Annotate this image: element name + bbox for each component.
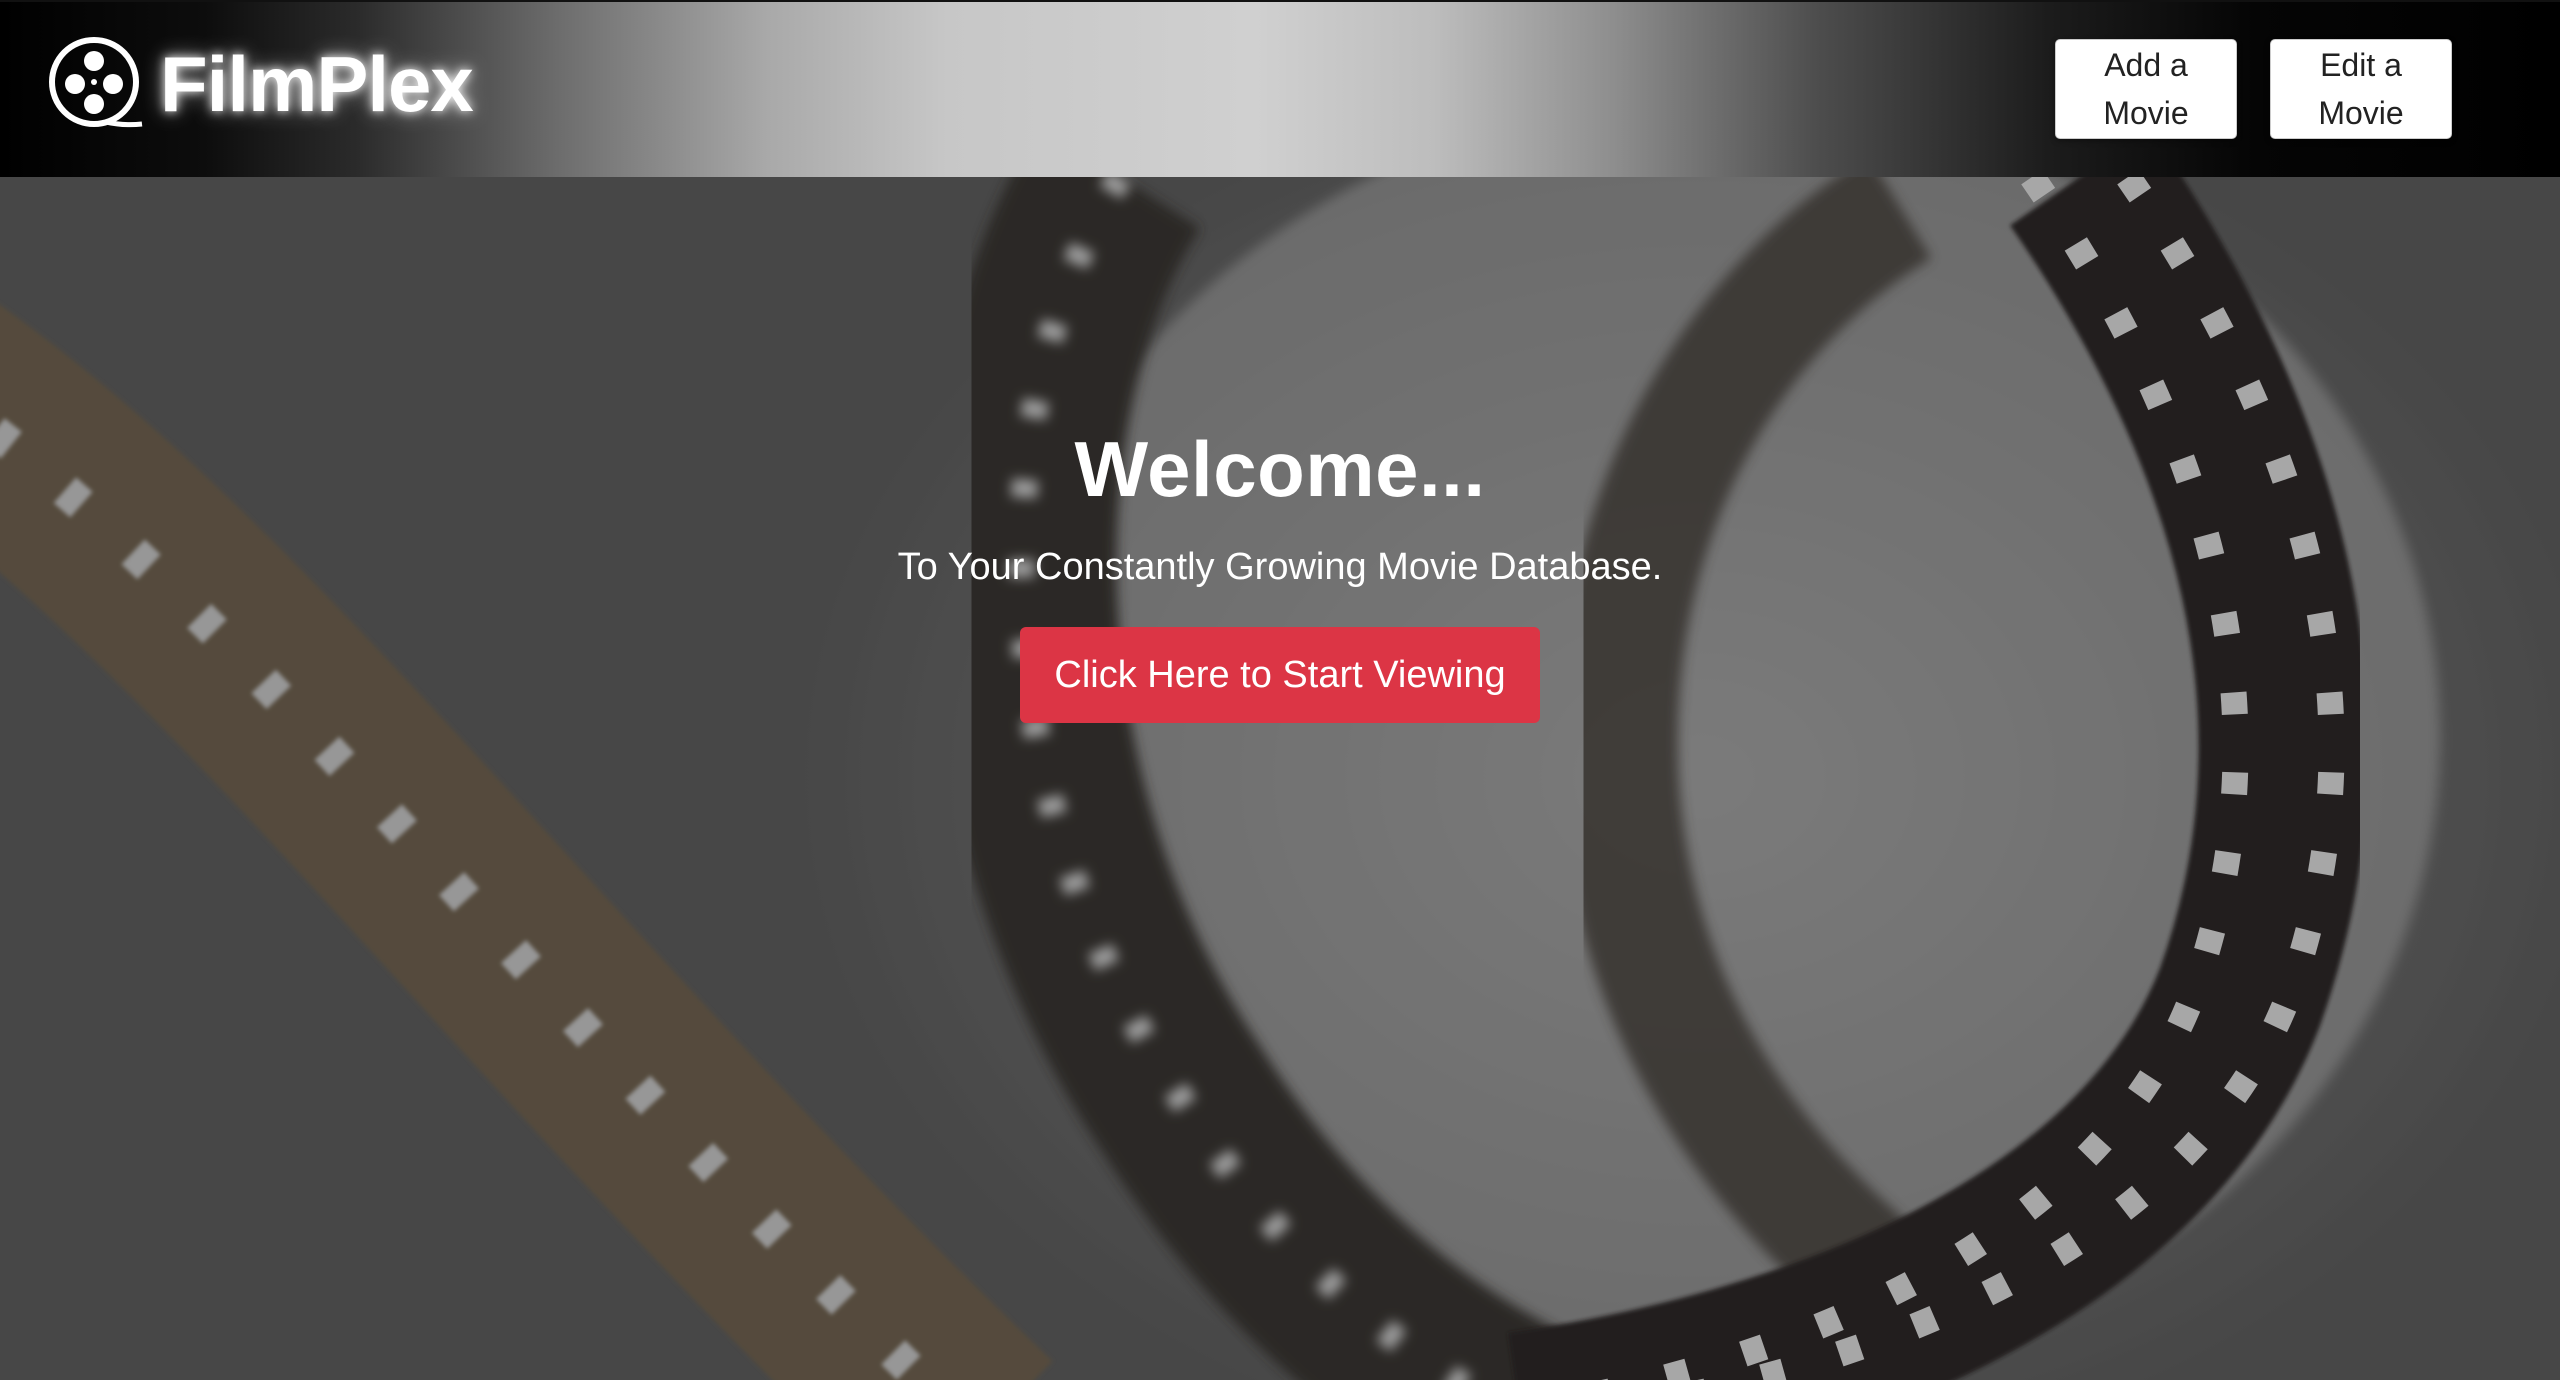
brand-name: FilmPlex bbox=[160, 39, 474, 128]
navbar: FilmPlex Add a Movie Edit a Movie bbox=[0, 0, 2560, 177]
hero-overlay bbox=[0, 177, 2560, 1380]
page: FilmPlex Add a Movie Edit a Movie Welcom… bbox=[0, 0, 2560, 1380]
edit-movie-button[interactable]: Edit a Movie bbox=[2270, 39, 2452, 139]
hero-section bbox=[0, 177, 2560, 1380]
brand-logo[interactable]: FilmPlex bbox=[46, 34, 474, 134]
start-viewing-button[interactable]: Click Here to Start Viewing bbox=[1020, 627, 1540, 723]
hero-content: Welcome... To Your Constantly Growing Mo… bbox=[0, 430, 2560, 723]
film-reel-icon bbox=[49, 37, 143, 128]
add-movie-button[interactable]: Add a Movie bbox=[2055, 39, 2237, 139]
hero-title: Welcome... bbox=[1074, 425, 1486, 513]
hero-subtitle: To Your Constantly Growing Movie Databas… bbox=[897, 546, 1663, 588]
